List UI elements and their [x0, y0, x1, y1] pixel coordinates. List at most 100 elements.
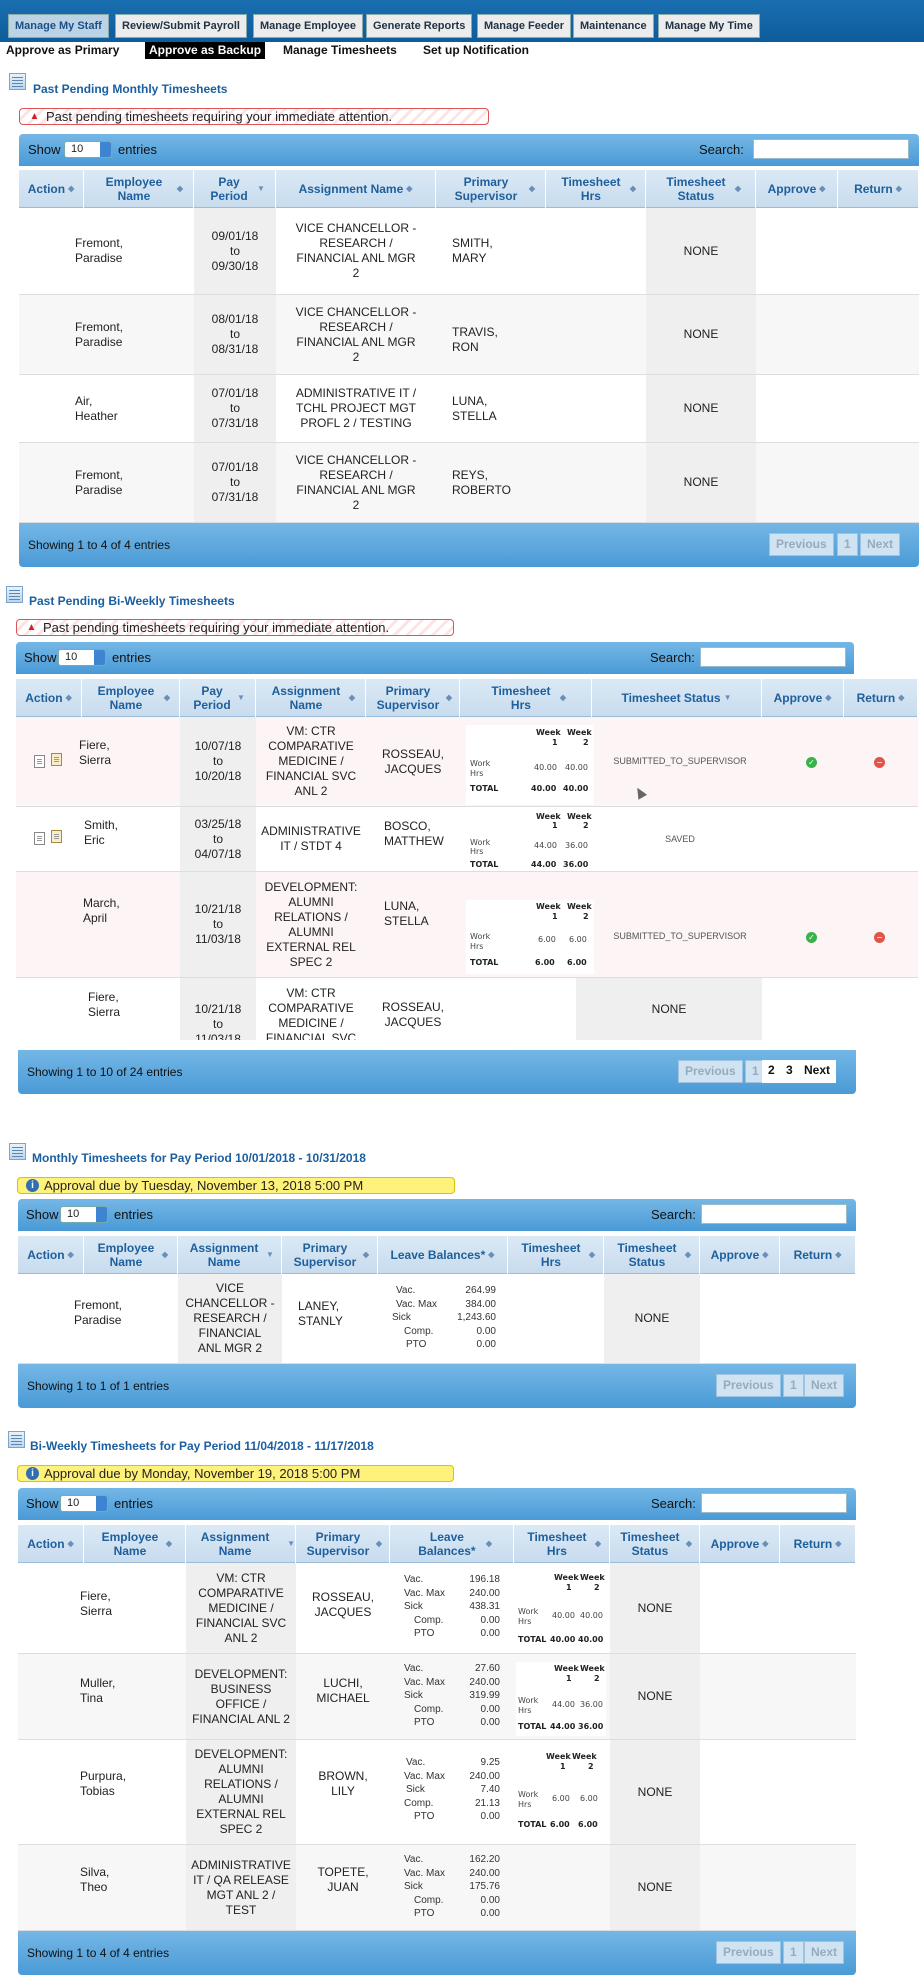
col-approve[interactable]: Approve ◆ [700, 1236, 780, 1274]
page-3-button[interactable]: 3 [780, 1060, 799, 1083]
approve-check-icon[interactable]: ✓ [806, 757, 817, 768]
col-employee-name[interactable]: Employee Name ◆ [84, 170, 194, 208]
tab-manage-my-time[interactable]: Manage My Time [658, 14, 760, 38]
view-document-icon[interactable] [34, 832, 45, 845]
col-return[interactable]: Return ◆ [844, 679, 918, 717]
previous-button[interactable]: Previous [716, 1374, 781, 1397]
view-document-icon[interactable] [34, 755, 45, 768]
page-1-button[interactable]: 1 [837, 533, 858, 556]
previous-button[interactable]: Previous [678, 1060, 743, 1083]
status-cell: NONE [610, 1845, 700, 1930]
next-button[interactable]: Next [860, 533, 901, 556]
col-timesheet-hrs[interactable]: Timesheet Hrs ◆ [514, 1525, 610, 1563]
page-size-select[interactable]: 10 [60, 1206, 108, 1223]
previous-button[interactable]: Previous [769, 533, 834, 556]
search-input[interactable] [701, 1493, 847, 1513]
subnav-set-up-notification[interactable]: Set up Notification [423, 42, 529, 59]
col-label: Approve [710, 1248, 760, 1262]
col-timesheet-hrs[interactable]: Timesheet Hrs ◆ [508, 1236, 604, 1274]
col-timesheet-hrs[interactable]: Timesheet Hrs ◆ [546, 170, 646, 208]
search-input[interactable] [700, 647, 846, 667]
page-size-select[interactable]: 10 [58, 649, 106, 666]
col-approve[interactable]: Approve ◆ [762, 679, 844, 717]
table-header: Action ◆ Employee Name ◆ Assignment Name ▼ … [18, 1525, 856, 1563]
table-row[interactable]: Silva, Theo ADMINISTRATIVE IT / QA RELEA… [18, 1845, 856, 1931]
col-return[interactable]: Return ◆ [780, 1525, 856, 1563]
col-action[interactable]: Action ◆ [19, 170, 84, 208]
page-1-button[interactable]: 1 [783, 1374, 804, 1397]
page-2-button[interactable]: 2 [762, 1060, 781, 1083]
col-employee-name[interactable]: Employee Name ◆ [82, 679, 180, 717]
page-1-button[interactable]: 1 [783, 1941, 804, 1964]
page-size-select[interactable]: 10 [60, 1495, 108, 1512]
col-primary-supervisor[interactable]: Primary Supervisor ◆ [282, 1236, 378, 1274]
col-timesheet-status[interactable]: Timesheet Status ▼ [592, 679, 762, 717]
subnav-manage-timesheets[interactable]: Manage Timesheets [283, 42, 397, 59]
show-label: Show [28, 142, 61, 157]
table-row[interactable]: Fiere, Sierra 10/07/18 to 10/20/18 VM: C… [16, 717, 918, 807]
col-assignment-name[interactable]: Assignment Name ▼ [178, 1236, 282, 1274]
col-primary-supervisor[interactable]: Primary Supervisor ◆ [366, 679, 460, 717]
col-return[interactable]: Return ◆ [838, 170, 919, 208]
subnav-approve-as-backup[interactable]: Approve as Backup [145, 42, 266, 59]
table-toolbar: Show 10 entries Search: [19, 134, 919, 166]
return-reject-icon[interactable]: − [874, 932, 885, 943]
table-row[interactable]: Fiere, Sierra 10/21/18 to 11/03/18 VM: C… [16, 978, 918, 1040]
col-approve[interactable]: Approve ◆ [700, 1525, 780, 1563]
tab-generate-reports[interactable]: Generate Reports [366, 14, 473, 38]
col-assignment-name[interactable]: Assignment Name ▼ [186, 1525, 296, 1563]
col-timesheet-hrs[interactable]: Timesheet Hrs ◆ [460, 679, 592, 717]
table-row[interactable]: Fremont, Paradise 07/01/18 to 07/31/18 V… [19, 443, 919, 523]
col-timesheet-status[interactable]: Timesheet Status ◆ [646, 170, 756, 208]
tab-maintenance[interactable]: Maintenance [573, 14, 654, 38]
col-assignment-name[interactable]: Assignment Name ◆ [256, 679, 366, 717]
table-row[interactable]: Fremont, Paradise VICE CHANCELLOR - RESE… [18, 1274, 856, 1364]
timesheet-hours-grid: Week Week 1 2 Work Hrs 40.00 40.00 TOTAL… [516, 1571, 606, 1651]
tab-manage-feeder[interactable]: Manage Feeder [477, 14, 572, 38]
edit-document-icon[interactable] [51, 753, 62, 766]
search-input[interactable] [753, 139, 909, 159]
return-reject-icon[interactable]: − [874, 757, 885, 768]
col-approve[interactable]: Approve ◆ [756, 170, 838, 208]
col-employee-name[interactable]: Employee Name ◆ [84, 1525, 186, 1563]
table-row[interactable]: Fiere, Sierra VM: CTR COMPARATIVE MEDICI… [18, 1563, 856, 1654]
col-label: Approve [773, 691, 823, 705]
subnav-approve-as-primary[interactable]: Approve as Primary [6, 42, 119, 59]
table-row[interactable]: Purpura, Tobias DEVELOPMENT: ALUMNI RELA… [18, 1740, 856, 1845]
col-timesheet-status[interactable]: Timesheet Status ◆ [604, 1236, 700, 1274]
col-label: Leave Balances* [418, 1530, 476, 1558]
next-button[interactable]: Next [798, 1060, 837, 1083]
next-button[interactable]: Next [804, 1941, 845, 1964]
col-action[interactable]: Action ◆ [18, 1236, 84, 1274]
previous-button[interactable]: Previous [716, 1941, 781, 1964]
table-row[interactable]: Muller, Tina DEVELOPMENT: BUSINESS OFFIC… [18, 1654, 856, 1740]
table-row[interactable]: Fremont, Paradise 09/01/18 to 09/30/18 V… [19, 208, 919, 295]
col-pay-period[interactable]: Pay Period ▼ [194, 170, 276, 208]
page-size-select[interactable]: 10 [64, 141, 112, 158]
col-leave-balances[interactable]: Leave Balances* ◆ [390, 1525, 514, 1563]
col-employee-name[interactable]: Employee Name ◆ [84, 1236, 178, 1274]
tab-manage-my-staff[interactable]: Manage My Staff [8, 14, 109, 38]
col-primary-supervisor[interactable]: Primary Supervisor ◆ [296, 1525, 390, 1563]
search-input[interactable] [701, 1204, 847, 1224]
col-return[interactable]: Return ◆ [780, 1236, 856, 1274]
next-button[interactable]: Next [804, 1374, 845, 1397]
col-pay-period[interactable]: Pay Period ▼ [180, 679, 256, 717]
table-row[interactable]: Fremont, Paradise 08/01/18 to 08/31/18 V… [19, 295, 919, 375]
col-assignment-name[interactable]: Assignment Name ◆ [276, 170, 436, 208]
col-timesheet-status[interactable]: Timesheet Status ◆ [610, 1525, 700, 1563]
col-primary-supervisor[interactable]: Primary Supervisor ◆ [436, 170, 546, 208]
table-header: Action ◆ Employee Name ◆ Assignment Name ▼ … [18, 1236, 856, 1274]
pay-period-cell: 07/01/18 to 07/31/18 [194, 375, 276, 442]
col-leave-balances[interactable]: Leave Balances* ◆ [378, 1236, 508, 1274]
info-icon: i [26, 1467, 39, 1480]
tab-review-submit-payroll[interactable]: Review/Submit Payroll [115, 14, 247, 38]
col-action[interactable]: Action ◆ [18, 1525, 84, 1563]
table-row[interactable]: March, April 10/21/18 to 11/03/18 DEVELO… [16, 872, 918, 978]
edit-document-icon[interactable] [51, 830, 62, 843]
table-row[interactable]: Smith, Eric 03/25/18 to 04/07/18 ADMINIS… [16, 807, 918, 872]
col-action[interactable]: Action ◆ [16, 679, 82, 717]
approve-check-icon[interactable]: ✓ [806, 932, 817, 943]
tab-manage-employee[interactable]: Manage Employee [253, 14, 363, 38]
table-row[interactable]: Air, Heather 07/01/18 to 07/31/18 ADMINI… [19, 375, 919, 443]
